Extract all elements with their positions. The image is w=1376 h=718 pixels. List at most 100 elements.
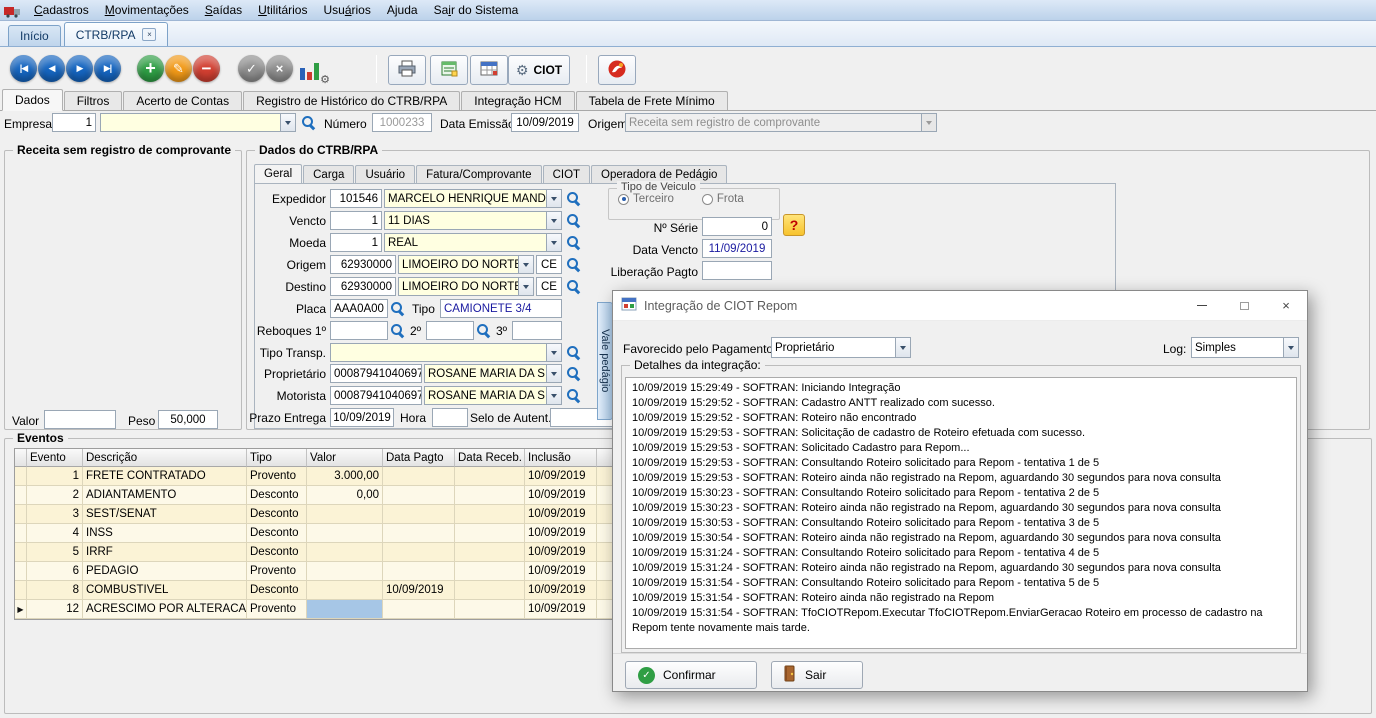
menu-item-saidas[interactable]: Saídas [197,0,250,20]
tab-registro-de-historico-do-ctrb-rpa[interactable]: Registro de Histórico do CTRB/RPA [243,91,460,110]
grid-header-cell[interactable]: Tipo [247,449,307,467]
chevron-down-icon[interactable] [546,190,561,207]
vencto-code-field[interactable]: 1 [330,211,382,230]
grid-cell[interactable]: 4 [27,524,83,543]
grid-cell[interactable] [307,505,383,524]
repom-button[interactable] [598,55,636,85]
grid-cell[interactable] [307,581,383,600]
menu-item-utilitarios[interactable]: Utilitários [250,0,315,20]
expedidor-combo[interactable]: MARCELO HENRIQUE MANDELLI [384,189,562,208]
grid-cell[interactable]: 10/09/2019 [525,467,597,486]
grid-cell[interactable] [455,486,525,505]
grid-cell[interactable] [307,562,383,581]
grid-cell[interactable] [383,524,455,543]
ciot-button[interactable]: ⚙ CIOT [508,55,570,85]
grid-cell[interactable]: 10/09/2019 [525,524,597,543]
grid-cell[interactable]: SEST/SENAT [83,505,247,524]
tipo-transp-combo[interactable] [330,343,562,362]
grid-cell[interactable] [455,524,525,543]
grid-cell[interactable]: 3 [27,505,83,524]
tipo-veiculo-field[interactable]: CAMIONETE 3/4 [440,299,562,318]
grid-header-cell[interactable]: Descrição [83,449,247,467]
peso-field[interactable]: 50,000 [158,410,218,429]
close-button[interactable]: × [1265,291,1307,321]
reboque1-field[interactable] [330,321,388,340]
valor-field[interactable] [44,410,116,429]
table-row[interactable]: 8COMBUSTIVELDesconto10/09/201910/09/2019 [15,581,613,600]
geral-origem-code-field[interactable]: 62930000 [330,255,396,274]
data-vencto-field[interactable]: 11/09/2019 [702,239,772,258]
grid-header-cell[interactable]: Data Pagto [383,449,455,467]
chevron-down-icon[interactable] [518,278,533,295]
motorista-code-field[interactable]: 00087941040697 [330,386,422,405]
search-icon[interactable] [301,115,316,130]
chart-button[interactable]: ⚙ [298,56,326,83]
confirm-record-button[interactable]: ✓ [238,55,265,82]
tab-acerto-de-contas[interactable]: Acerto de Contas [123,91,242,110]
favorecido-combo[interactable]: Proprietário [771,337,911,358]
search-icon[interactable] [566,235,581,250]
grid-cell[interactable]: 10/09/2019 [525,581,597,600]
grid-cell[interactable] [455,505,525,524]
numero-field[interactable]: 1000233 [372,113,432,132]
empresa-code-field[interactable]: 1 [52,113,96,132]
grid-cell[interactable] [383,505,455,524]
minimize-button[interactable] [1181,291,1223,321]
grid-cell[interactable] [383,600,455,619]
grid-cell[interactable]: ACRESCIMO POR ALTERACAC [83,600,247,619]
data-emissao-field[interactable]: 10/09/2019 [511,113,579,132]
grid-cell[interactable] [383,486,455,505]
grid-cell[interactable]: Desconto [247,505,307,524]
grid-cell[interactable]: 10/09/2019 [525,562,597,581]
grid-cell[interactable]: Desconto [247,486,307,505]
moeda-code-field[interactable]: 1 [330,233,382,252]
table-row[interactable]: 2ADIANTAMENTODesconto0,0010/09/2019 [15,486,613,505]
ctrb-tab-fatura-comprovante[interactable]: Fatura/Comprovante [416,165,541,183]
destino-code-field[interactable]: 62930000 [330,277,396,296]
next-record-button[interactable]: ▶ [66,55,93,82]
grid-cell[interactable]: 0,00 [307,486,383,505]
grid-cell[interactable]: COMBUSTIVEL [83,581,247,600]
confirmar-button[interactable]: ✓ Confirmar [625,661,757,689]
prazo-entrega-field[interactable]: 10/09/2019 [330,408,394,427]
grid-cell[interactable] [455,600,525,619]
integration-log[interactable]: 10/09/2019 15:29:49 - SOFTRAN: Iniciando… [625,377,1297,649]
tab-filtros[interactable]: Filtros [64,91,123,110]
grid-cell[interactable]: 3.000,00 [307,467,383,486]
tab-integracao-hcm[interactable]: Integração HCM [461,91,574,110]
grid-cell[interactable] [307,543,383,562]
expedidor-code-field[interactable]: 101546 [330,189,382,208]
menu-item-cadastros[interactable]: Cadastros [26,0,97,20]
search-icon[interactable] [566,279,581,294]
table-row[interactable]: 5IRRFDesconto10/09/2019 [15,543,613,562]
grid-cell[interactable] [307,600,383,619]
log-combo[interactable]: Simples [1191,337,1299,358]
grid-cell[interactable]: 10/09/2019 [383,581,455,600]
search-icon[interactable] [390,323,405,338]
search-icon[interactable] [566,213,581,228]
search-icon[interactable] [566,388,581,403]
chevron-down-icon[interactable] [546,344,561,361]
table-row[interactable]: 3SEST/SENATDesconto10/09/2019 [15,505,613,524]
maximize-button[interactable] [1223,291,1265,321]
search-icon[interactable] [476,323,491,338]
ctrb-tab-usuario[interactable]: Usuário [355,165,415,183]
chevron-down-icon[interactable] [546,387,561,404]
grid-cell[interactable]: 8 [27,581,83,600]
grid-cell[interactable] [383,562,455,581]
grid-cell[interactable]: 10/09/2019 [525,486,597,505]
help-button[interactable]: ? [783,214,805,236]
grid-cell[interactable]: IRRF [83,543,247,562]
grid-cell[interactable]: Provento [247,562,307,581]
grid-cell[interactable]: ADIANTAMENTO [83,486,247,505]
grid-cell[interactable]: 12 [27,600,83,619]
reboque2-field[interactable] [426,321,474,340]
grid-cell[interactable] [455,543,525,562]
grid-cell[interactable]: PEDAGIO [83,562,247,581]
chevron-down-icon[interactable] [280,114,295,131]
chevron-down-icon[interactable] [1283,338,1298,357]
print-button[interactable] [388,55,426,85]
chevron-down-icon[interactable] [546,365,561,382]
grid-header-cell[interactable]: Data Receb. [455,449,525,467]
table-row[interactable]: 1FRETE CONTRATADOProvento3.000,0010/09/2… [15,467,613,486]
